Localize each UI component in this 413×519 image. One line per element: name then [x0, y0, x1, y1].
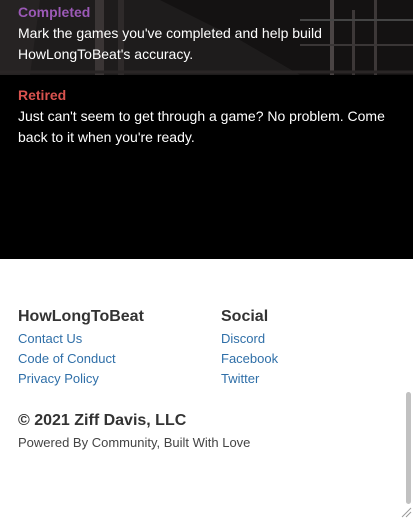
- scrollbar-thumb[interactable]: [406, 392, 411, 504]
- page: Completed Mark the games you've complete…: [0, 0, 413, 519]
- feature-retired-title: Retired: [18, 87, 67, 103]
- feature-retired-description: Just can't seem to get through a game? N…: [18, 108, 385, 145]
- copyright-text: © 2021 Ziff Davis, LLC: [18, 412, 187, 429]
- powered-by-text: Powered By Community, Built With Love: [18, 435, 251, 450]
- footer-social-heading: Social: [221, 308, 269, 325]
- site-footer: HowLongToBeat Contact Us Code of Conduct…: [0, 259, 413, 519]
- feature-retired: Retired Just can't seem to get through a…: [18, 87, 398, 148]
- discord-link[interactable]: Discord: [221, 329, 278, 349]
- contact-us-link[interactable]: Contact Us: [18, 329, 144, 349]
- feature-completed-title: Completed: [18, 4, 91, 20]
- privacy-policy-link[interactable]: Privacy Policy: [18, 369, 144, 389]
- footer-brand-heading: HowLongToBeat: [18, 308, 144, 325]
- code-of-conduct-link[interactable]: Code of Conduct: [18, 349, 144, 369]
- features-section: Completed Mark the games you've complete…: [0, 0, 413, 259]
- feature-completed-description: Mark the games you've completed and help…: [18, 25, 322, 62]
- resize-grip-icon[interactable]: [399, 505, 412, 518]
- footer-brand-column: HowLongToBeat Contact Us Code of Conduct…: [18, 307, 144, 389]
- feature-completed: Completed Mark the games you've complete…: [18, 4, 398, 65]
- footer-social-column: Social Discord Facebook Twitter: [221, 307, 278, 389]
- facebook-link[interactable]: Facebook: [221, 349, 278, 369]
- twitter-link[interactable]: Twitter: [221, 369, 278, 389]
